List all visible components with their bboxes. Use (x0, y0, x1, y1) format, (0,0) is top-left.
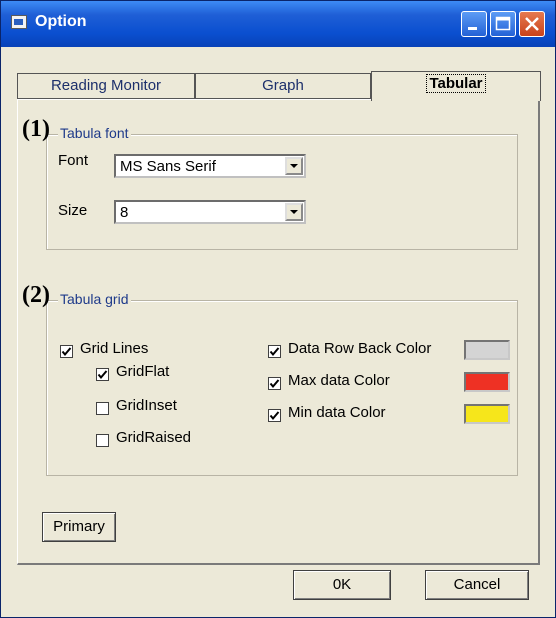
tab-graph[interactable]: Graph (195, 73, 371, 99)
min-data-color-label: Min data Color (288, 404, 386, 421)
title-bar[interactable]: Option (1, 1, 555, 47)
gridraised-label: GridRaised (116, 429, 192, 446)
gridflat-checkbox[interactable] (96, 368, 109, 381)
font-select-value: MS Sans Serif (120, 158, 216, 175)
close-button[interactable] (519, 11, 545, 37)
data-row-back-color-checkbox[interactable] (268, 345, 281, 358)
gridinset-label: GridInset (116, 397, 177, 414)
ok-button[interactable]: 0K (293, 570, 391, 600)
option-dialog: Option Reading Monitor Graph (1) Tabula … (0, 0, 556, 618)
size-select[interactable]: 8 (114, 200, 306, 224)
tabula-font-group-title: Tabula font (58, 125, 131, 141)
grid-lines-label: Grid Lines (80, 340, 149, 357)
tab-tabular[interactable]: Tabular (371, 71, 541, 101)
size-select-value: 8 (120, 204, 129, 221)
window-app-icon (11, 15, 27, 29)
max-data-color-swatch[interactable] (464, 372, 510, 392)
window-title: Option (35, 13, 87, 30)
minimize-button[interactable] (461, 11, 487, 37)
tab-reading-monitor-label: Reading Monitor (50, 77, 162, 94)
max-data-color-label: Max data Color (288, 372, 390, 389)
callout-marker-1: (1) (22, 116, 50, 142)
gridraised-checkbox[interactable] (96, 434, 109, 447)
chevron-down-icon[interactable] (285, 157, 303, 175)
maximize-button[interactable] (490, 11, 516, 37)
font-label: Font (58, 152, 89, 169)
close-icon (525, 17, 539, 31)
callout-marker-2: (2) (22, 282, 50, 308)
primary-button[interactable]: Primary (42, 512, 116, 542)
maximize-icon (495, 16, 511, 31)
tabula-grid-group-title: Tabula grid (58, 291, 131, 307)
minimize-icon (468, 27, 477, 30)
data-row-back-color-swatch[interactable] (464, 340, 510, 360)
min-data-color-swatch[interactable] (464, 404, 510, 424)
tab-reading-monitor[interactable]: Reading Monitor (17, 73, 195, 99)
tabula-grid-group (46, 300, 518, 476)
gridflat-label: GridFlat (116, 363, 170, 380)
tab-panel: (1) Tabula font Font MS Sans Serif Size … (17, 99, 540, 565)
data-row-back-color-label: Data Row Back Color (288, 340, 432, 357)
min-data-color-checkbox[interactable] (268, 409, 281, 422)
chevron-down-icon[interactable] (285, 203, 303, 221)
tabula-font-group (46, 134, 518, 250)
max-data-color-checkbox[interactable] (268, 377, 281, 390)
gridinset-checkbox[interactable] (96, 402, 109, 415)
grid-lines-checkbox[interactable] (60, 345, 73, 358)
tab-graph-label: Graph (262, 77, 304, 94)
font-select[interactable]: MS Sans Serif (114, 154, 306, 178)
cancel-button[interactable]: Cancel (425, 570, 529, 600)
size-label: Size (58, 202, 88, 219)
tab-tabular-label: Tabular (426, 74, 486, 93)
